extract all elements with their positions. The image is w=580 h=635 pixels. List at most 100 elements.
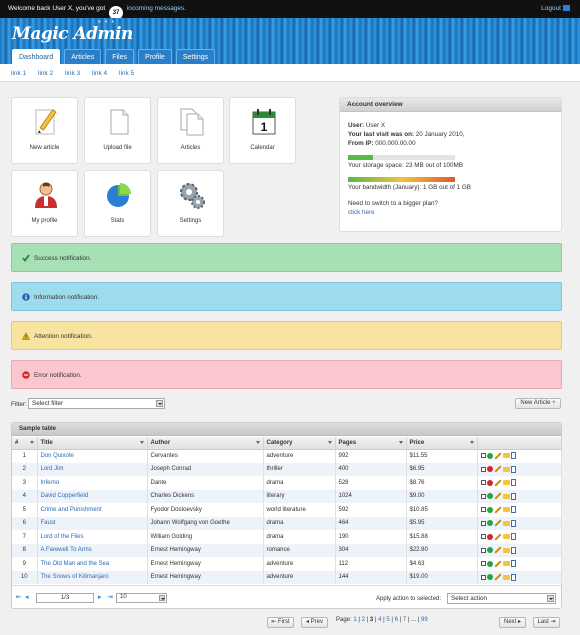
subnav-link-1[interactable]: link 1 [11,70,26,77]
document-icon[interactable] [510,519,516,527]
row-checkbox[interactable] [480,507,486,513]
book-title-link[interactable]: Faust [37,516,148,530]
edit-icon[interactable] [493,479,502,487]
row-checkbox[interactable] [480,466,486,472]
row-checkbox[interactable] [480,561,486,567]
approve-icon[interactable] [486,547,493,554]
page-link[interactable]: 99 [421,617,428,623]
success-notification[interactable]: Success notification. [11,243,562,272]
approve-icon[interactable] [486,560,493,567]
document-icon[interactable] [510,452,516,460]
row-checkbox[interactable] [480,574,486,580]
subnav-link-5[interactable]: link 5 [119,70,134,77]
approve-icon[interactable] [486,574,493,581]
tag-icon[interactable] [502,493,510,499]
book-title[interactable]: Don Quixote [41,453,74,459]
subnav-link-2[interactable]: link 2 [38,70,53,77]
document-icon[interactable] [510,573,516,581]
tab-files[interactable]: Files [105,49,134,64]
document-icon[interactable] [510,506,516,514]
error-notification[interactable]: Error notification. [11,360,562,389]
column-header-title[interactable]: Title [37,437,148,450]
row-checkbox[interactable] [480,547,486,553]
column-header-price[interactable]: Price [406,437,478,450]
column-header-number[interactable]: # [12,437,38,450]
filter-select[interactable]: Select filter [28,398,165,409]
book-title-link[interactable]: Don Quixote [37,449,148,463]
book-title-link[interactable]: Lord Jim [37,462,148,476]
book-title[interactable]: Inferno [41,480,60,486]
shortcut-upload-file[interactable]: Upload file [84,97,151,164]
previous-page-icon[interactable]: ◂ [25,594,32,601]
approve-icon[interactable] [486,520,493,527]
per-page-select[interactable]: 10 [116,593,167,603]
document-icon[interactable] [510,560,516,568]
book-title[interactable]: Faust [41,520,56,526]
tag-icon[interactable] [502,453,510,459]
document-icon[interactable] [510,492,516,500]
logout-link[interactable]: Logout [541,5,570,12]
tag-icon[interactable] [502,574,510,580]
row-checkbox[interactable] [480,493,486,499]
book-title[interactable]: Lord Jim [41,466,64,472]
last-page-button[interactable]: Last ⇥ [533,617,560,628]
document-icon[interactable] [510,546,516,554]
tab-profile[interactable]: Profile [137,49,172,64]
shortcut-calendar[interactable]: 1 Calendar [229,97,296,164]
edit-icon[interactable] [493,465,502,473]
book-title-link[interactable]: The Old Man and the Sea [37,557,148,571]
approve-icon[interactable] [486,506,493,513]
book-title-link[interactable]: Crime and Punishment [37,503,148,517]
tag-icon[interactable] [502,480,510,486]
book-title[interactable]: The Old Man and the Sea [41,561,110,567]
edit-icon[interactable] [493,492,502,500]
action-select[interactable]: Select action [447,593,556,604]
next-page-icon[interactable]: ▸ [98,594,105,601]
tab-dashboard[interactable]: Dashboard [12,49,61,64]
book-title[interactable]: Crime and Punishment [41,507,102,513]
tag-icon[interactable] [502,534,510,540]
document-icon[interactable] [510,479,516,487]
row-checkbox[interactable] [480,480,486,486]
edit-icon[interactable] [493,560,502,568]
logout-label[interactable]: Logout [541,5,561,12]
approve-icon[interactable] [486,452,493,459]
document-icon[interactable] [510,533,516,541]
attention-notification[interactable]: Attention notification. [11,321,562,350]
edit-icon[interactable] [493,452,502,460]
book-title[interactable]: Lord of the Flies [41,534,84,540]
table-row[interactable]: 4 David Copperfield Charles Dickens literar… [12,489,562,503]
subnav-link-4[interactable]: link 4 [92,70,107,77]
edit-icon[interactable] [493,573,502,581]
logout-icon[interactable] [563,5,570,11]
table-row[interactable]: 6 Faust Johann Wolfgang von Goethe drama 464… [12,516,562,530]
edit-icon[interactable] [493,546,502,554]
reject-icon[interactable] [486,533,493,540]
tag-icon[interactable] [502,547,510,553]
column-header-pages[interactable]: Pages [335,437,407,450]
shortcut-articles[interactable]: Articles [157,97,224,164]
book-title[interactable]: David Copperfield [41,493,89,499]
edit-icon[interactable] [493,506,502,514]
approve-icon[interactable] [486,493,493,500]
reject-icon[interactable] [486,466,493,473]
tag-icon[interactable] [502,561,510,567]
document-icon[interactable] [510,465,516,473]
previous-page-button[interactable]: ◂ Prev [301,617,328,628]
reject-icon[interactable] [486,479,493,486]
book-title-link[interactable]: Lord of the Flies [37,530,148,544]
column-header-category[interactable]: Category [263,437,336,450]
incoming-messages-link[interactable]: incoming messages. [127,5,186,12]
table-row[interactable]: 3 Inferno Dante drama 528 $8.76 [12,476,562,490]
info-notification[interactable]: Information notification. [11,282,562,311]
upgrade-link[interactable]: click here [348,209,375,216]
row-checkbox[interactable] [480,534,486,540]
tag-icon[interactable] [502,466,510,472]
table-row[interactable]: 7 Lord of the Flies William Golding drama 19… [12,530,562,544]
book-title-link[interactable]: David Copperfield [37,489,148,503]
book-title-link[interactable]: The Snows of Kilimanjaro [37,570,148,584]
table-row[interactable]: 8A Farewell To Arms Ernest Hemingway roman… [12,543,562,557]
tab-articles[interactable]: Articles [64,49,102,64]
next-page-button[interactable]: Next ▸ [499,617,526,628]
tag-icon[interactable] [502,520,510,526]
